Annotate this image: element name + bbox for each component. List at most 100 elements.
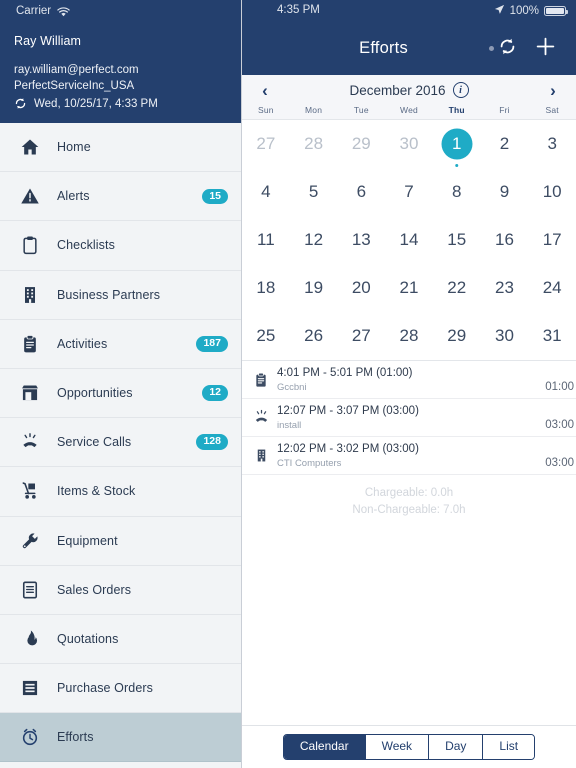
wrench-icon xyxy=(18,529,42,553)
event-row[interactable]: 12:02 PM - 3:02 PM (03:00) CTI Computers 0… xyxy=(242,437,576,475)
sidebar-item-activities[interactable]: Activities 187 xyxy=(0,320,242,369)
building-icon xyxy=(18,283,42,307)
sidebar-item-purchase-orders[interactable]: Purchase Orders xyxy=(0,664,242,714)
sidebar-item-label: Efforts xyxy=(57,730,94,745)
tab-day[interactable]: Day xyxy=(429,735,484,759)
calendar-day[interactable]: 18 xyxy=(242,264,290,312)
sidebar-item-home[interactable]: Home xyxy=(0,123,242,173)
event-details: 12:02 PM - 3:02 PM (03:00) CTI Computers xyxy=(272,442,545,470)
calendar-day[interactable]: 24 xyxy=(528,264,576,312)
calendar-day[interactable]: 23 xyxy=(481,264,529,312)
calendar-day-number: 4 xyxy=(261,182,271,201)
building-icon xyxy=(250,448,272,463)
sidebar-item-equipment[interactable]: Equipment xyxy=(0,517,242,566)
calendar-day[interactable]: 27 xyxy=(337,312,385,360)
view-mode-segmented-control: Calendar Week Day List xyxy=(282,734,536,760)
calendar-week-row: 27 28 29 30 1 2 3 xyxy=(242,120,576,168)
calendar-day[interactable]: 30 xyxy=(481,312,529,360)
calendar-day[interactable]: 17 xyxy=(528,216,576,264)
calendar-day[interactable]: 11 xyxy=(242,216,290,264)
sidebar-item-checklists[interactable]: Checklists xyxy=(0,221,242,271)
calendar-day[interactable]: 6 xyxy=(337,168,385,216)
event-row[interactable]: 4:01 PM - 5:01 PM (01:00) Gccbni 01:00 xyxy=(242,361,576,399)
calendar-week-row: 18 19 20 21 22 23 24 xyxy=(242,264,576,312)
sidebar-item-business-partners[interactable]: Business Partners xyxy=(0,271,242,320)
info-icon[interactable]: i xyxy=(452,82,469,98)
calendar-day[interactable]: 4 xyxy=(242,168,290,216)
calendar-day[interactable]: 27 xyxy=(242,120,290,168)
event-row[interactable]: 12:07 PM - 3:07 PM (03:00) install 03:00 xyxy=(242,399,576,437)
tab-week[interactable]: Week xyxy=(365,735,430,759)
sidebar-status-bar: Carrier xyxy=(14,0,228,22)
weekday-wed: Wed xyxy=(400,105,418,115)
prev-month-button[interactable]: ‹ xyxy=(254,82,276,99)
sidebar-item-label: Items & Stock xyxy=(57,484,136,499)
calendar-day[interactable]: 29 xyxy=(433,312,481,360)
calendar-day[interactable]: 28 xyxy=(385,312,433,360)
calendar-day[interactable]: 5 xyxy=(290,168,338,216)
event-time-range: 12:02 PM - 3:02 PM (03:00) xyxy=(277,442,419,455)
calendar-day[interactable]: 30 xyxy=(385,120,433,168)
event-subject: Gccbni xyxy=(277,381,307,393)
weekday-tue: Tue xyxy=(353,105,369,115)
calendar-day[interactable]: 25 xyxy=(242,312,290,360)
status-right-cluster: 100% xyxy=(494,4,568,18)
calendar-day-number: 18 xyxy=(256,278,276,297)
calendar-day[interactable]: 31 xyxy=(528,312,576,360)
calendar-day-number: 29 xyxy=(447,326,467,345)
sidebar-item-label: Activities xyxy=(57,336,108,351)
calendar-day[interactable]: 13 xyxy=(337,216,385,264)
event-list: 4:01 PM - 5:01 PM (01:00) Gccbni 01:00 12:0… xyxy=(242,360,576,475)
sidebar-item-label: Service Calls xyxy=(57,435,132,450)
sidebar-item-badge: 187 xyxy=(196,336,228,352)
sidebar-item-alerts[interactable]: Alerts 15 xyxy=(0,172,242,222)
calendar-day[interactable]: 28 xyxy=(290,120,338,168)
sidebar-item-sales-orders[interactable]: Sales Orders xyxy=(0,566,242,615)
calendar-day[interactable]: 19 xyxy=(290,264,338,312)
calendar-day[interactable]: 14 xyxy=(385,216,433,264)
calendar-day-number: 27 xyxy=(351,326,371,345)
calendar-day[interactable]: 21 xyxy=(385,264,433,312)
calendar-day[interactable]: 3 xyxy=(528,120,576,168)
next-month-button[interactable]: › xyxy=(542,82,564,99)
calendar-day-number: 25 xyxy=(256,326,276,345)
add-button[interactable] xyxy=(535,36,556,62)
sidebar-item-opportunities[interactable]: Opportunities 12 xyxy=(0,369,242,419)
last-sync-row[interactable]: Wed, 10/25/17, 4:33 PM xyxy=(14,97,228,110)
calendar-day[interactable]: 29 xyxy=(337,120,385,168)
sidebar-item-efforts[interactable]: Efforts xyxy=(0,713,242,763)
calendar-day[interactable]: 20 xyxy=(337,264,385,312)
phone-ringing-icon xyxy=(18,430,42,454)
calendar-day[interactable]: 15 xyxy=(433,216,481,264)
sidebar-item-quotations[interactable]: Quotations xyxy=(0,615,242,665)
calendar-day[interactable]: 12 xyxy=(290,216,338,264)
sidebar: Carrier Ray William ray.william@perfect.… xyxy=(0,0,242,768)
calendar-day[interactable]: 8 xyxy=(433,168,481,216)
calendar-day[interactable]: 16 xyxy=(481,216,529,264)
sync-button[interactable] xyxy=(498,37,517,61)
calendar-day[interactable]: 26 xyxy=(290,312,338,360)
battery-icon xyxy=(544,6,568,16)
alert-triangle-icon xyxy=(18,184,42,208)
calendar-day[interactable]: 9 xyxy=(481,168,529,216)
calendar-day[interactable]: 10 xyxy=(528,168,576,216)
calendar-day[interactable]: 22 xyxy=(433,264,481,312)
weekday-sat: Sat xyxy=(545,105,559,115)
calendar-day-selected[interactable]: 1 xyxy=(433,120,481,168)
calendar-day-number: 30 xyxy=(494,326,514,345)
sidebar-item-label: Quotations xyxy=(57,631,119,646)
sidebar-item-items-stock[interactable]: Items & Stock xyxy=(0,467,242,517)
calendar-day[interactable]: 2 xyxy=(481,120,529,168)
user-company: PerfectServiceInc_USA xyxy=(14,80,135,92)
calendar-day[interactable]: 7 xyxy=(385,168,433,216)
tab-list[interactable]: List xyxy=(483,735,535,759)
tab-calendar[interactable]: Calendar xyxy=(283,735,366,759)
calendar-day-number: 7 xyxy=(404,182,414,201)
sidebar-item-label: Checklists xyxy=(57,238,115,253)
sidebar-item-label: Opportunities xyxy=(57,386,133,401)
sidebar-item-service-calls[interactable]: Service Calls 128 xyxy=(0,418,242,468)
list-box-icon xyxy=(18,676,42,700)
calendar-day-number: 16 xyxy=(494,230,514,249)
sidebar-header: Carrier Ray William ray.william@perfect.… xyxy=(0,0,242,123)
calendar-day-number: 12 xyxy=(304,230,324,249)
